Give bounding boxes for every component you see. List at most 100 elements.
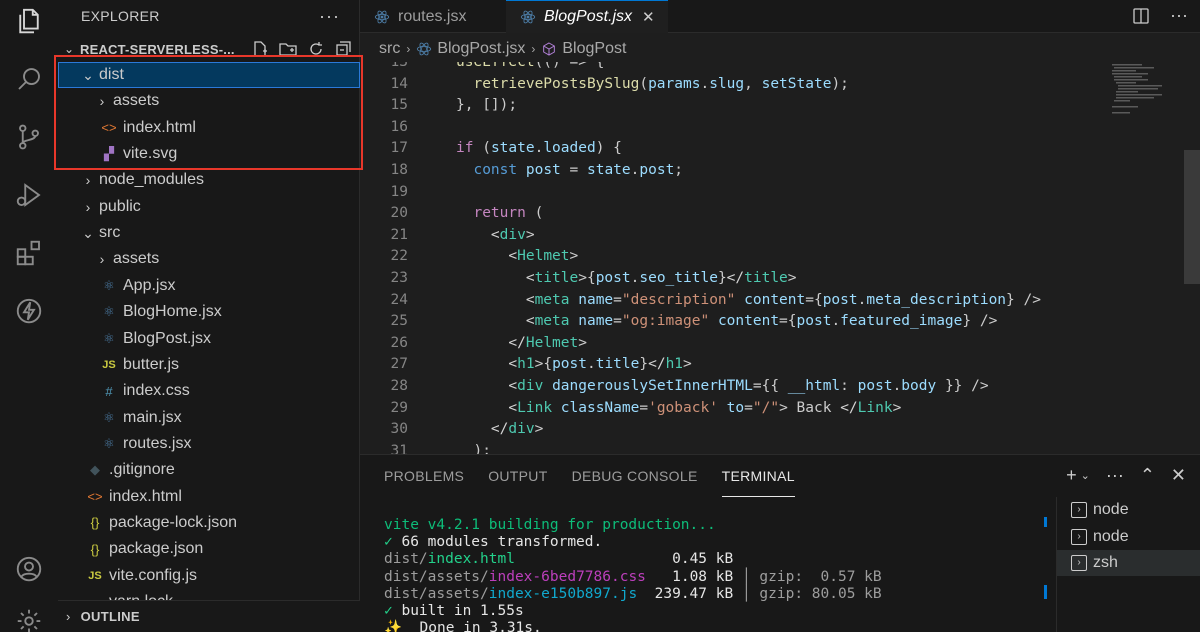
tree-item-folder[interactable]: › node_modules [58, 167, 360, 193]
line-number: 29 [390, 399, 408, 416]
new-terminal-icon[interactable]: + [1066, 465, 1077, 486]
tree-item-label: butter.js [123, 355, 180, 373]
editor-scrollbar[interactable] [1184, 150, 1200, 284]
close-icon[interactable]: ✕ [642, 8, 655, 26]
code-text: retrievePostsBySlug(params.slug, setStat… [473, 75, 849, 92]
terminal-list: › node › node › zsh [1056, 497, 1200, 632]
code-editor[interactable]: 13 useEffect(() => {14 retrievePostsBySlu… [360, 62, 1200, 454]
tree-item-svg[interactable]: ▞ vite.svg [58, 141, 360, 167]
tree-item-js[interactable]: JS vite.config.js [58, 563, 360, 589]
line-number: 25 [390, 313, 408, 330]
panel-tab-terminal[interactable]: TERMINAL [721, 455, 795, 497]
code-text: <div> [490, 226, 535, 243]
tree-item-label: node_modules [99, 171, 204, 189]
close-icon[interactable]: ✕ [1171, 465, 1186, 486]
collapse-all-icon[interactable] [334, 39, 354, 59]
tree-item-folder[interactable]: › public [58, 194, 360, 220]
terminal-name: node [1093, 501, 1129, 518]
code-line: 25 <meta name="og:image" content={post.f… [360, 311, 1200, 333]
panel-tab-problems[interactable]: PROBLEMS [384, 455, 464, 497]
extensions-icon[interactable] [12, 236, 46, 270]
terminal-icon: › [1071, 528, 1087, 545]
breadcrumb: src › BlogPost.jsx › BlogPost [360, 37, 626, 61]
run-debug-icon[interactable] [12, 178, 46, 212]
terminal-instance[interactable]: › node [1057, 524, 1200, 550]
tree-item-label: package-lock.json [109, 513, 238, 531]
tree-item-label: App.jsx [123, 276, 176, 294]
terminal-line: ✓ 66 modules transformed. [384, 534, 603, 551]
search-icon[interactable] [12, 62, 46, 96]
code-text: <Link className='goback' to="/"> Back </… [508, 399, 902, 416]
code-text: <div dangerouslySetInnerHTML={{ __html: … [508, 378, 989, 394]
react-file-icon: ⚛ [103, 277, 115, 293]
explorer-header: EXPLORER ··· [58, 0, 360, 32]
terminal-line: ✨ Done in 3.31s. [384, 620, 542, 632]
tree-item-label: BlogHome.jsx [123, 303, 222, 321]
tab-blogpost-jsx[interactable]: BlogPost.jsx ✕ [506, 0, 668, 33]
line-number: 28 [390, 378, 408, 394]
new-file-icon[interactable] [250, 39, 270, 59]
more-actions-icon[interactable]: ··· [319, 6, 340, 27]
tree-item-html[interactable]: <> index.html [58, 484, 360, 510]
tree-item-react[interactable]: ⚛ BlogHome.jsx [58, 299, 360, 325]
breadcrumb-symbol[interactable]: BlogPost [562, 40, 626, 58]
explorer-icon[interactable] [12, 4, 46, 38]
activity-bar [0, 0, 58, 632]
line-number: 24 [390, 291, 408, 308]
symbol-class-icon [543, 42, 556, 56]
tree-item-label: package.json [109, 540, 204, 558]
maximize-panel-icon[interactable]: ⌃ [1140, 465, 1155, 486]
new-folder-icon[interactable] [278, 39, 298, 59]
terminal-instance[interactable]: › zsh [1057, 550, 1200, 576]
tree-item-label: main.jsx [123, 408, 182, 426]
tree-item-js[interactable]: JS butter.js [58, 352, 360, 378]
code-text: return ( [473, 205, 544, 222]
tree-item-git[interactable]: ◆ .gitignore [58, 457, 360, 483]
minimap[interactable] [1110, 62, 1170, 132]
code-text: </Helmet> [508, 334, 587, 351]
settings-gear-icon[interactable] [12, 604, 46, 632]
code-text: ); [456, 442, 491, 454]
refresh-icon[interactable] [306, 39, 326, 59]
line-number: 15 [390, 97, 408, 114]
tab-routes-jsx[interactable]: routes.jsx [360, 0, 500, 33]
outline-section-header[interactable]: › OUTLINE [58, 600, 360, 632]
lightning-icon[interactable] [12, 294, 46, 328]
tree-item-react[interactable]: ⚛ App.jsx [58, 273, 360, 299]
code-line: 22 <Helmet> [360, 246, 1200, 268]
react-file-icon: ⚛ [103, 409, 115, 425]
tree-item-html[interactable]: <> index.html [58, 115, 360, 141]
code-line: 29 <Link className='goback' to="/"> Back… [360, 398, 1200, 420]
tree-item-folder[interactable]: › assets [58, 88, 360, 114]
chevron-down-icon[interactable]: ⌄ [1081, 469, 1090, 482]
more-actions-icon[interactable]: ··· [1170, 5, 1188, 26]
explorer-title: EXPLORER [81, 8, 160, 24]
source-control-icon[interactable] [12, 120, 46, 154]
account-icon[interactable] [12, 552, 46, 586]
project-folder-header[interactable]: ⌄ REACT-SERVERLESS-... [58, 36, 360, 62]
panel-tab-debug-console[interactable]: DEBUG CONSOLE [572, 455, 698, 497]
code-text: }, []); [456, 97, 518, 114]
svg-file-icon: ▞ [104, 146, 114, 162]
terminal-instance[interactable]: › node [1057, 497, 1200, 523]
line-number: 19 [390, 183, 408, 200]
terminal-output[interactable]: vite v4.2.1 building for production... ✓ … [384, 517, 882, 632]
tree-item-folder-open[interactable]: ⌄ src [58, 220, 360, 246]
breadcrumb-file[interactable]: BlogPost.jsx [437, 40, 525, 58]
tree-item-folder[interactable]: › assets [58, 246, 360, 272]
panel-tab-output[interactable]: OUTPUT [488, 455, 547, 497]
tree-item-react[interactable]: ⚛ BlogPost.jsx [58, 326, 360, 352]
split-editor-icon[interactable] [1132, 7, 1150, 25]
breadcrumb-folder[interactable]: src [379, 40, 400, 58]
tree-item-json[interactable]: {} package.json [58, 536, 360, 562]
json-file-icon: {} [90, 515, 100, 531]
tree-item-react[interactable]: ⚛ routes.jsx [58, 431, 360, 457]
tree-item-folder-open[interactable]: ⌄ dist [58, 62, 360, 88]
tree-item-css[interactable]: # index.css [58, 378, 360, 404]
tree-item-json[interactable]: {} package-lock.json [58, 510, 360, 536]
react-icon [417, 42, 432, 56]
tab-label: routes.jsx [398, 7, 467, 25]
line-number: 26 [390, 334, 408, 351]
tree-item-react[interactable]: ⚛ main.jsx [58, 405, 360, 431]
more-actions-icon[interactable]: ··· [1106, 465, 1124, 486]
